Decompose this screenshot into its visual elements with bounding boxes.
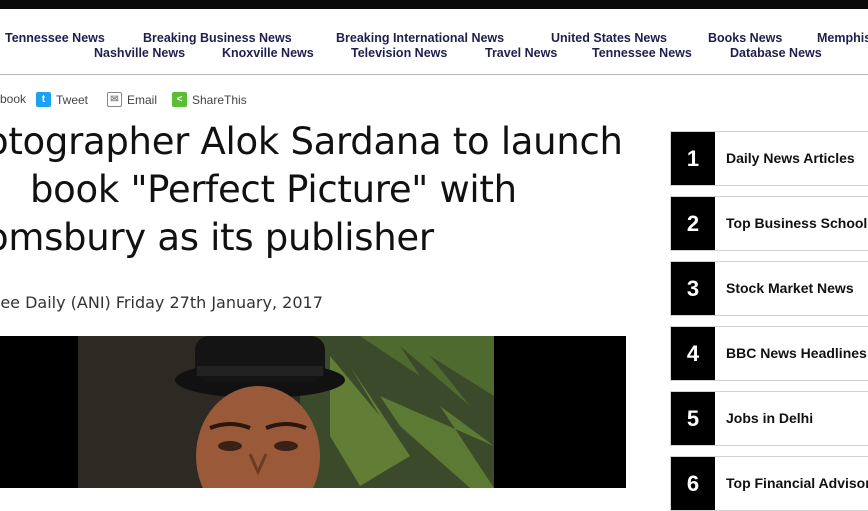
headline-line-1: otographer Alok Sardana to launch	[0, 120, 623, 163]
sidebar-item-label: BBC News Headlines	[726, 345, 867, 361]
sidebar-item-5[interactable]: 5 Jobs in Delhi	[670, 391, 868, 446]
sidebar-item-label: Jobs in Delhi	[726, 410, 814, 426]
email-label: Email	[127, 92, 158, 107]
nav-link-breaking-business-news[interactable]: Breaking Business News	[143, 31, 292, 45]
sharethis-icon: <	[172, 92, 187, 107]
nav-link-travel-news[interactable]: Travel News	[485, 46, 557, 60]
email-icon: ✉	[107, 92, 122, 107]
headline-line-2: book "Perfect Picture" with	[30, 168, 517, 211]
facebook-share-button[interactable]: book	[0, 92, 26, 106]
facebook-share-label: book	[0, 92, 27, 106]
rank-number: 2	[671, 197, 715, 250]
article-photo	[0, 336, 626, 488]
nav-link-united-states-news[interactable]: United States News	[551, 31, 667, 45]
sidebar-item-1[interactable]: 1 Daily News Articles	[670, 131, 868, 186]
nav-link-nashville-news[interactable]: Nashville News	[94, 46, 185, 60]
sidebar-item-label: Top Financial Advisors	[726, 475, 868, 491]
nav-divider	[0, 74, 868, 75]
email-share-button[interactable]: ✉ Email	[107, 92, 157, 107]
tweet-button[interactable]: t Tweet	[36, 92, 88, 107]
twitter-icon: t	[36, 92, 51, 107]
rank-number: 4	[671, 327, 715, 380]
sidebar-item-label: Daily News Articles	[726, 150, 855, 166]
nav-link-tennessee-news[interactable]: Tennessee News	[5, 31, 105, 45]
rank-number: 5	[671, 392, 715, 445]
sidebar-item-2[interactable]: 2 Top Business Schools	[670, 196, 868, 251]
nav-link-knoxville-news[interactable]: Knoxville News	[222, 46, 314, 60]
rank-number: 6	[671, 457, 715, 510]
sharethis-label: ShareThis	[192, 92, 247, 107]
sidebar-item-3[interactable]: 3 Stock Market News	[670, 261, 868, 316]
article-headline: otographer Alok Sardana to launch book "…	[0, 118, 626, 262]
nav-link-books-news[interactable]: Books News	[708, 31, 782, 45]
article-byline: see Daily (ANI) Friday 27th January, 201…	[0, 293, 323, 312]
site-nav: Tennessee News Breaking Business News Br…	[0, 28, 868, 68]
rank-number: 3	[671, 262, 715, 315]
nav-link-database-news[interactable]: Database News	[730, 46, 822, 60]
sidebar-item-label: Stock Market News	[726, 280, 854, 296]
sharethis-button[interactable]: < ShareThis	[172, 92, 247, 107]
sidebar-item-4[interactable]: 4 BBC News Headlines	[670, 326, 868, 381]
nav-link-breaking-international-news[interactable]: Breaking International News	[336, 31, 504, 45]
nav-link-television-news[interactable]: Television News	[351, 46, 447, 60]
photographer-portrait-image	[0, 336, 626, 488]
tweet-label: Tweet	[56, 92, 89, 107]
headline-line-3: omsbury as its publisher	[0, 216, 434, 259]
nav-link-tennessee-news-2[interactable]: Tennessee News	[592, 46, 692, 60]
sidebar-item-label: Top Business Schools	[726, 215, 868, 231]
rank-number: 1	[671, 132, 715, 185]
sidebar-item-6[interactable]: 6 Top Financial Advisors	[670, 456, 868, 511]
nav-link-memphis[interactable]: Memphis	[817, 31, 868, 45]
top-black-bar	[0, 0, 868, 9]
